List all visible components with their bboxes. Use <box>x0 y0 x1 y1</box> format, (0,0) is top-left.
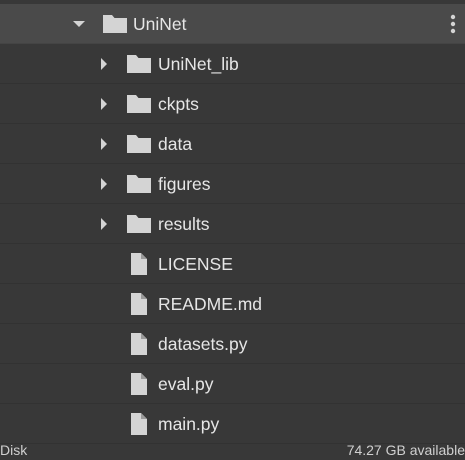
caret-right-icon[interactable] <box>96 96 112 112</box>
tree-row-datasets-py[interactable]: datasets.py <box>0 324 465 364</box>
folder-icon <box>127 215 151 233</box>
caret-down-icon[interactable] <box>71 16 87 32</box>
file-icon <box>131 293 147 315</box>
file-label: LICENSE <box>158 254 233 274</box>
folder-label: UniNet <box>133 14 187 34</box>
caret-right-icon[interactable] <box>96 136 112 152</box>
folder-icon <box>127 55 151 73</box>
file-icon <box>131 333 147 355</box>
folder-label: UniNet_lib <box>158 54 239 74</box>
tree-row-eval-py[interactable]: eval.py <box>0 364 465 404</box>
folder-icon <box>127 135 151 153</box>
file-label: datasets.py <box>158 334 248 354</box>
tree-row-uninet-lib[interactable]: UniNet_lib <box>0 44 465 84</box>
tree-row-data[interactable]: data <box>0 124 465 164</box>
file-icon <box>131 413 147 435</box>
folder-icon <box>127 175 151 193</box>
status-bar: Disk 74.27 GB available <box>0 440 465 458</box>
folder-label: ckpts <box>158 94 199 114</box>
tree-row-uninet[interactable]: UniNet <box>0 4 465 44</box>
folder-icon <box>127 95 151 113</box>
folder-label: data <box>158 134 193 154</box>
file-tree: UniNet UniNet_libckpts data figures results… <box>0 4 465 444</box>
more-vert-icon[interactable] <box>449 14 457 34</box>
file-icon <box>131 253 147 275</box>
disk-available: 74.27 GB available <box>346 442 465 458</box>
tree-row-ckpts[interactable]: ckpts <box>0 84 465 124</box>
folder-label: results <box>158 214 210 234</box>
folder-label: figures <box>158 174 211 194</box>
caret-right-icon[interactable] <box>96 216 112 232</box>
file-label: README.md <box>158 294 263 314</box>
tree-row-results[interactable]: results <box>0 204 465 244</box>
caret-right-icon[interactable] <box>96 56 112 72</box>
caret-right-icon[interactable] <box>96 176 112 192</box>
tree-row-main-py[interactable]: main.py <box>0 404 465 444</box>
file-label: eval.py <box>158 374 214 394</box>
tree-row-figures[interactable]: figures <box>0 164 465 204</box>
disk-label: Disk <box>0 442 28 458</box>
file-label: main.py <box>158 414 220 434</box>
tree-row-license[interactable]: LICENSE <box>0 244 465 284</box>
tree-row-readme-md[interactable]: README.md <box>0 284 465 324</box>
file-icon <box>131 373 147 395</box>
folder-icon <box>103 15 127 33</box>
